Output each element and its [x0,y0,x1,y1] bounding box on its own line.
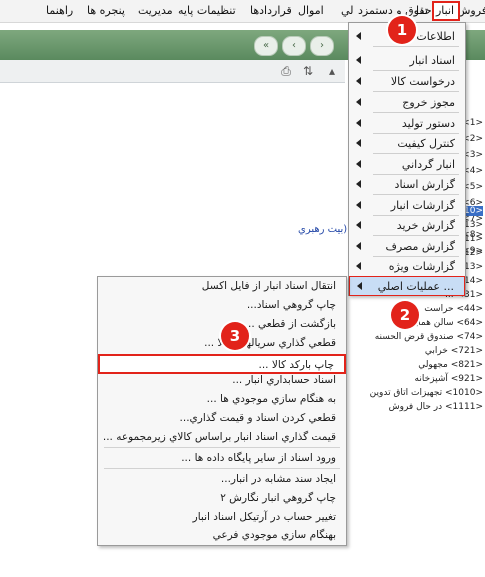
menu-windows[interactable]: پنجره ها [87,4,125,17]
submenu-item-batch-print-v2[interactable]: چاپ گروهي انبار نگارش ۲ [98,489,346,509]
prev-page-icon[interactable]: ‹ [282,36,306,56]
chevron-left-icon [356,32,361,40]
chevron-left-icon [357,282,362,290]
menu-help[interactable]: راهنما [46,4,73,17]
chevron-left-icon [356,201,361,209]
menu-anbar[interactable]: انبار [436,4,454,17]
chevron-left-icon [356,139,361,147]
toolbar: ⎙ ⇅ ▴ [0,60,345,83]
menu-item-stocktaking[interactable]: انبار گرداني [349,155,465,175]
tree-row[interactable]: <921> آشپزخانه [415,374,484,384]
menu-item-docs-report[interactable]: گزارش اسناد [349,175,465,195]
submenu-item-price-by-subgoods[interactable]: قيمت گذاري اسناد انبار براساس کالاي زيرم… [98,428,346,448]
step-badge-3: 3 [221,322,249,350]
tree-row[interactable]: <74> صندوق قرض الحسنه [375,332,483,342]
tree-row[interactable]: <821> مجهولي [418,360,483,370]
menu-item-special-reports[interactable]: گزارشات ويژه [349,257,465,277]
sort-icon[interactable]: ⇅ [300,63,316,79]
menu-management[interactable]: مديريت [138,4,173,17]
menu-contracts[interactable]: قراردادها [250,4,292,17]
submenu-item-duplicate-doc[interactable]: ايجاد سند مشابه در انبار... [98,470,346,490]
next-page-icon[interactable]: › [310,36,334,56]
main-operations-submenu: انتقال اسناد انبار از فايل اکسل چاپ گروه… [97,276,347,546]
chevron-up-icon[interactable]: ▴ [324,63,340,79]
submenu-item-import-excel[interactable]: انتقال اسناد انبار از فايل اکسل [98,277,346,297]
menu-item-warehouse-docs[interactable]: اسناد انبار [349,51,465,71]
submenu-item-update-sub-stock[interactable]: بهنگام سازي موجودي فرعي [98,526,346,546]
chevron-left-icon [356,242,361,250]
chevron-left-icon [356,56,361,64]
menu-item-warehouse-reports[interactable]: گزارشات انبار [349,196,465,216]
menu-payroll[interactable]: حقوق و دستمزد [358,4,432,17]
menu-base-settings[interactable]: تنظيمات پايه [178,4,236,17]
chevron-left-icon [356,98,361,106]
menu-item-quality-control[interactable]: کنترل کيفيت [349,134,465,154]
submenu-item-import-other-db[interactable]: ورود اسناد از ساير پايگاه داده ها ... [98,449,346,469]
anbar-dropdown-menu: اطلاعات اسناد انبار درخواست کالا مجوز خر… [348,22,466,296]
step-badge-1: 1 [388,16,416,44]
step-badge-2: 2 [391,301,419,329]
chevron-left-icon [356,160,361,168]
submenu-item-batch-print-docs[interactable]: چاپ گروهي اسناد... [98,296,346,316]
menu-sales[interactable]: فروش [457,4,485,17]
submenu-item-update-stock[interactable]: به هنگام سازي موجودي ها ... [98,390,346,410]
tree-row[interactable]: <1111> در حال فروش [389,402,483,412]
chevron-left-icon [356,77,361,85]
chevron-left-icon [356,262,361,270]
tree-row[interactable]: <1010> تجهيزات اتاق تدوين [370,388,483,398]
submenu-item-accounting-docs[interactable]: اسناد حسابداري انبار ... [98,371,346,391]
chevron-left-icon [356,180,361,188]
menu-item-goods-request[interactable]: درخواست کالا [349,72,465,92]
chevron-left-icon [356,119,361,127]
tree-row[interactable]: <44> حراست [424,304,483,314]
print-icon[interactable]: ⎙ [278,63,294,79]
menu-item-consumption-report[interactable]: گزارش مصرف [349,237,465,257]
menu-item-exit-permit[interactable]: مجوز خروج [349,93,465,113]
menu-item-production-order[interactable]: دستور توليد [349,114,465,134]
menu-assets[interactable]: اموال [298,4,324,17]
tree-row[interactable]: <721> خرابي [425,346,483,356]
menu-li[interactable]: لي [341,4,354,17]
menu-item-purchase-report[interactable]: گزارش خريد [349,216,465,236]
first-page-icon[interactable]: « [254,36,278,56]
chevron-left-icon [356,221,361,229]
side-label: بيت رهبري) [298,224,348,235]
menu-item-main-operations[interactable]: عمليات اصلي ... [349,276,465,296]
submenu-item-change-account[interactable]: تغيير حساب در آرتيکل اسناد انبار [98,508,346,528]
submenu-item-finalize-pricing[interactable]: قطعي کردن اسناد و قيمت گذاري... [98,409,346,429]
